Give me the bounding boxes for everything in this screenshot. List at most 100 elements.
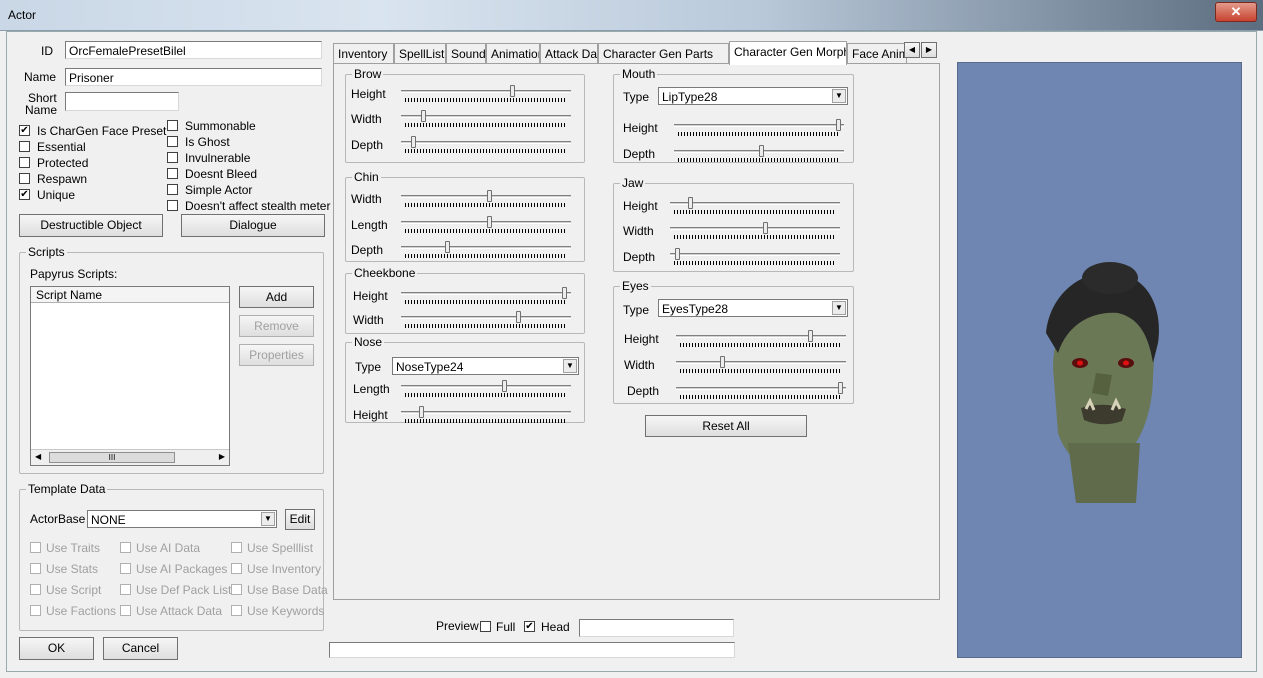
- flag-left-checkbox[interactable]: ✔: [19, 189, 30, 200]
- tab-character-gen-parts[interactable]: Character Gen Parts: [598, 43, 729, 64]
- chevron-down-icon[interactable]: ▼: [261, 512, 275, 526]
- mouth-type-select[interactable]: LipType28 ▼: [658, 87, 848, 105]
- name-input[interactable]: Prisoner: [65, 68, 322, 86]
- slider-thumb[interactable]: [838, 382, 844, 394]
- ok-button[interactable]: OK: [19, 637, 94, 660]
- nose-height-slider[interactable]: [401, 406, 571, 426]
- tab-spelllist[interactable]: SpellList: [394, 43, 446, 64]
- scroll-left-icon[interactable]: ◀: [35, 452, 41, 461]
- short-name-input[interactable]: [65, 92, 179, 111]
- tab-scroll-left-icon[interactable]: ◀: [904, 42, 920, 58]
- tab-inventory[interactable]: Inventory: [333, 43, 394, 64]
- head-checkbox[interactable]: ✔: [524, 621, 535, 632]
- template-flag-checkbox[interactable]: [30, 563, 41, 574]
- flag-right-checkbox[interactable]: [167, 200, 178, 211]
- tab-attack-data[interactable]: Attack Data: [540, 43, 598, 64]
- flag-right-checkbox[interactable]: [167, 120, 178, 131]
- slider-thumb[interactable]: [419, 406, 425, 418]
- slider-thumb[interactable]: [516, 311, 522, 323]
- jaw-width-slider[interactable]: [670, 222, 840, 242]
- jaw-depth-slider[interactable]: [670, 248, 840, 268]
- template-flag-checkbox[interactable]: [30, 584, 41, 595]
- head-preview-viewport[interactable]: [957, 62, 1242, 658]
- chin-length-slider[interactable]: [401, 216, 571, 236]
- slider-thumb[interactable]: [445, 241, 451, 253]
- tab-character-gen-morphs[interactable]: Character Gen Morphs: [729, 41, 847, 65]
- cancel-button[interactable]: Cancel: [103, 637, 178, 660]
- jaw-height-slider[interactable]: [670, 197, 840, 217]
- remove-script-button[interactable]: Remove: [239, 315, 314, 337]
- slider-thumb[interactable]: [561, 287, 567, 299]
- slider-thumb[interactable]: [411, 136, 417, 148]
- preview-field[interactable]: [579, 619, 734, 637]
- flag-right-checkbox[interactable]: [167, 152, 178, 163]
- cheekbone-height-slider[interactable]: [401, 287, 571, 307]
- cheekbone-width-slider[interactable]: [401, 311, 571, 331]
- tab-animation[interactable]: Animation: [486, 43, 540, 64]
- template-flag-checkbox[interactable]: [231, 563, 242, 574]
- chin-depth-slider[interactable]: [401, 241, 571, 261]
- full-checkbox[interactable]: [480, 621, 491, 632]
- dialogue-button[interactable]: Dialogue: [181, 214, 325, 237]
- template-flag-checkbox[interactable]: [231, 584, 242, 595]
- id-input[interactable]: OrcFemalePresetBilel: [65, 41, 322, 59]
- chin-width-slider[interactable]: [401, 190, 571, 210]
- slider-thumb[interactable]: [675, 248, 681, 260]
- scroll-thumb[interactable]: III: [49, 452, 175, 463]
- mouth-depth-slider[interactable]: [674, 145, 844, 165]
- eyes-height-slider[interactable]: [676, 330, 846, 350]
- script-name-column[interactable]: Script Name: [31, 287, 229, 303]
- nose-type-select[interactable]: NoseType24 ▼: [392, 357, 579, 375]
- eyes-type-select[interactable]: EyesType28 ▼: [658, 299, 848, 317]
- template-flag-checkbox[interactable]: [30, 605, 41, 616]
- properties-button[interactable]: Properties: [239, 344, 314, 366]
- chevron-down-icon[interactable]: ▼: [832, 301, 846, 315]
- flag-left-checkbox[interactable]: [19, 141, 30, 152]
- template-flag-checkbox[interactable]: [30, 542, 41, 553]
- edit-actorbase-button[interactable]: Edit: [285, 509, 315, 530]
- tab-scroll-right-icon[interactable]: ▶: [921, 42, 937, 58]
- chevron-down-icon[interactable]: ▼: [563, 359, 577, 373]
- script-list[interactable]: Script Name ◀ III ▶: [30, 286, 230, 466]
- template-flag-checkbox[interactable]: [231, 542, 242, 553]
- horizontal-scrollbar[interactable]: ◀ III ▶: [31, 449, 229, 465]
- flag-right-checkbox[interactable]: [167, 184, 178, 195]
- template-flag-checkbox[interactable]: [120, 563, 131, 574]
- flag-left-checkbox[interactable]: ✔: [19, 125, 30, 136]
- scroll-right-icon[interactable]: ▶: [219, 452, 225, 461]
- reset-all-button[interactable]: Reset All: [645, 415, 807, 437]
- slider-thumb[interactable]: [487, 216, 493, 228]
- actorbase-select[interactable]: NONE ▼: [87, 510, 277, 528]
- slider-thumb[interactable]: [720, 356, 726, 368]
- flag-left-checkbox[interactable]: [19, 157, 30, 168]
- template-flag-checkbox[interactable]: [120, 542, 131, 553]
- slider-thumb[interactable]: [688, 197, 694, 209]
- template-flag-checkbox[interactable]: [120, 605, 131, 616]
- tab-sounds[interactable]: Sounds: [446, 43, 486, 64]
- slider-thumb[interactable]: [758, 145, 764, 157]
- flag-right-checkbox[interactable]: [167, 168, 178, 179]
- flag-left-checkbox[interactable]: [19, 173, 30, 184]
- slider-thumb[interactable]: [762, 222, 768, 234]
- template-flag-checkbox[interactable]: [120, 584, 131, 595]
- slider-thumb[interactable]: [807, 330, 813, 342]
- brow-height-slider[interactable]: [401, 85, 571, 105]
- flag-right-checkbox[interactable]: [167, 136, 178, 147]
- tab-face-anim-f[interactable]: Face Anim F: [847, 43, 907, 64]
- close-button[interactable]: ✕: [1215, 2, 1257, 22]
- chevron-down-icon[interactable]: ▼: [832, 89, 846, 103]
- destructible-object-button[interactable]: Destructible Object: [19, 214, 163, 237]
- brow-depth-slider[interactable]: [401, 136, 571, 156]
- slider-thumb[interactable]: [501, 380, 507, 392]
- mouth-height-slider[interactable]: [674, 119, 844, 139]
- slider-thumb[interactable]: [487, 190, 493, 202]
- brow-width-slider[interactable]: [401, 110, 571, 130]
- add-script-button[interactable]: Add: [239, 286, 314, 308]
- nose-length-slider[interactable]: [401, 380, 571, 400]
- slider-thumb[interactable]: [836, 119, 842, 131]
- eyes-depth-slider[interactable]: [676, 382, 846, 402]
- eyes-width-slider[interactable]: [676, 356, 846, 376]
- template-flag-checkbox[interactable]: [231, 605, 242, 616]
- slider-thumb[interactable]: [420, 110, 426, 122]
- slider-thumb[interactable]: [509, 85, 515, 97]
